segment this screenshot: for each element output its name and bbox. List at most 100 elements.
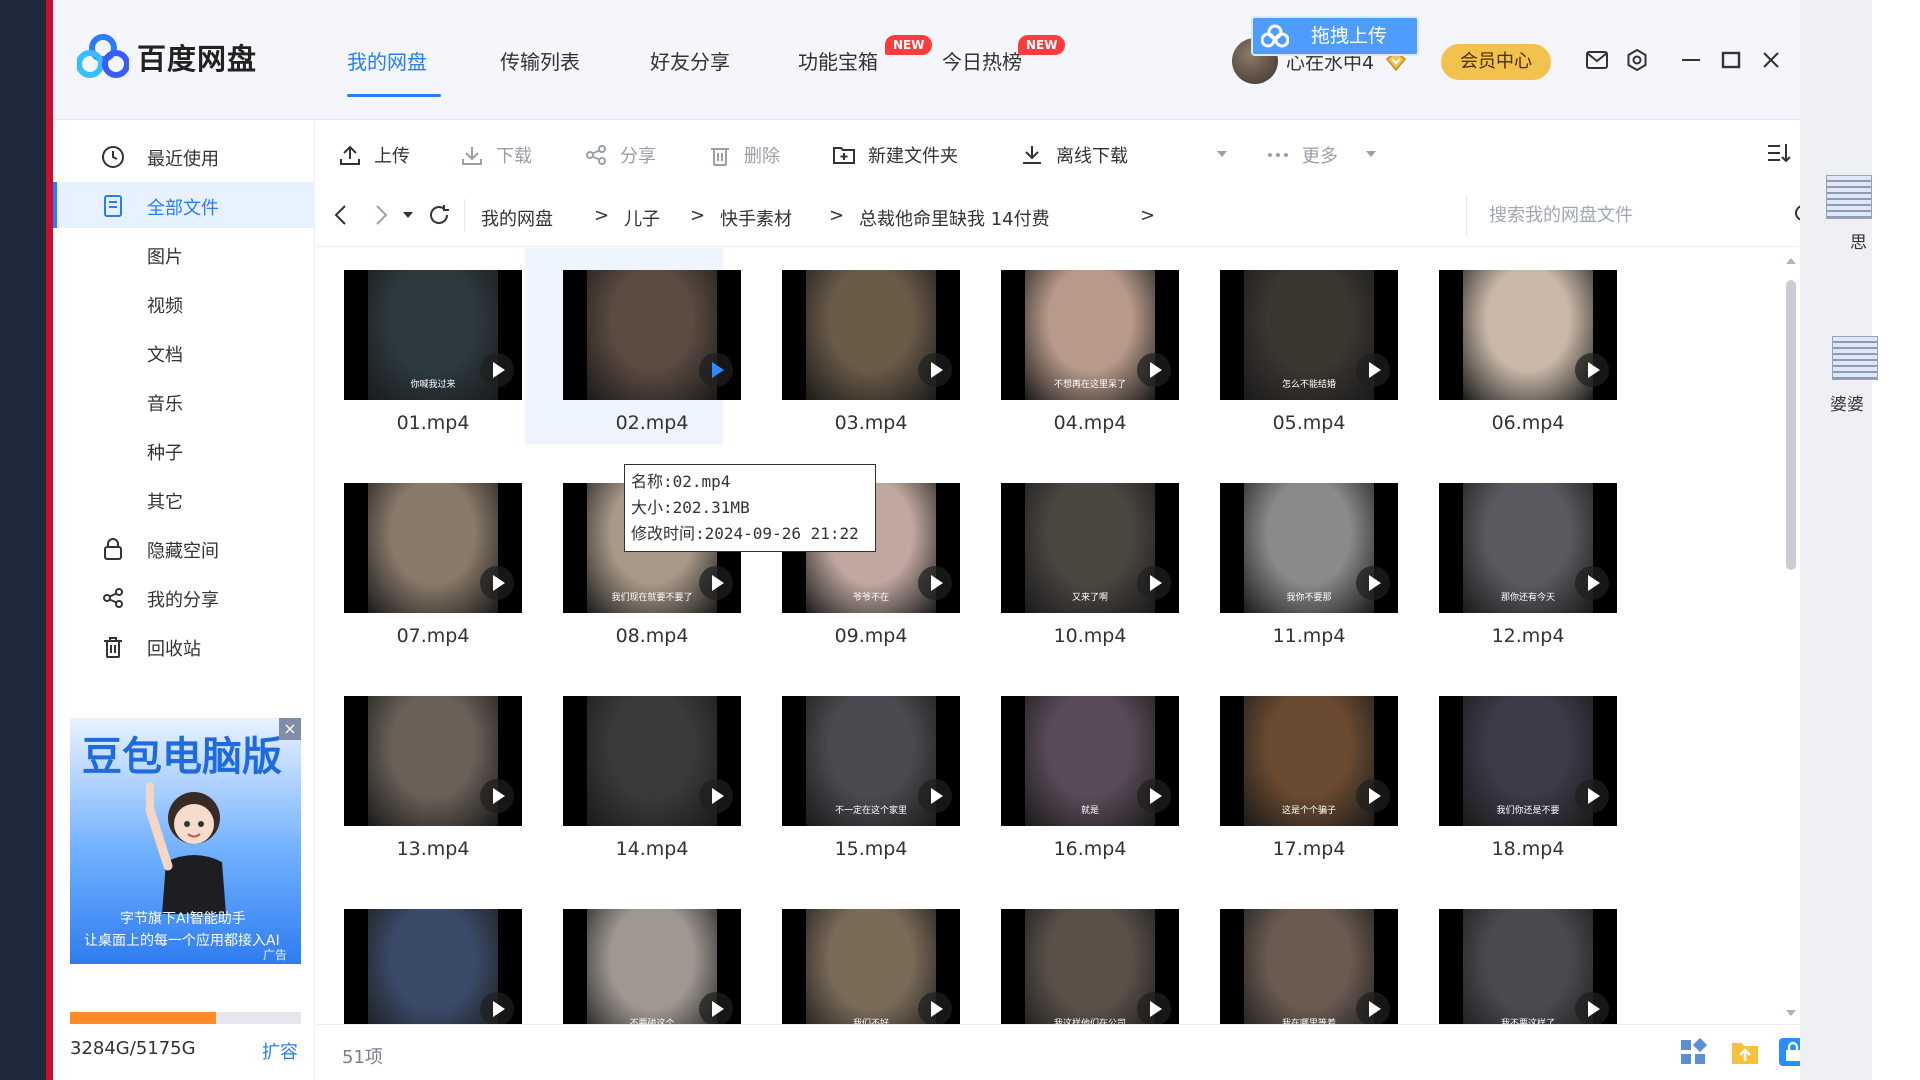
upload-button[interactable]: 上传 — [338, 142, 410, 168]
play-icon[interactable] — [1356, 779, 1390, 813]
tab-friend-share[interactable]: 好友分享 — [650, 46, 730, 75]
play-icon[interactable] — [918, 779, 952, 813]
minimize-icon[interactable] — [1677, 46, 1705, 74]
video-thumbnail[interactable]: 我你不要那 — [1220, 483, 1398, 613]
sidebar-item-music[interactable]: 音乐 — [53, 378, 315, 424]
play-icon[interactable] — [1356, 992, 1390, 1024]
more-button[interactable]: 更多 — [1266, 142, 1338, 168]
breadcrumb-item[interactable]: 儿子 — [624, 205, 660, 231]
play-icon[interactable] — [1575, 992, 1609, 1024]
file-tile[interactable]: 我不要这样了 — [1401, 887, 1617, 1024]
tab-my-netdisk[interactable]: 我的网盘 — [347, 46, 427, 75]
drag-upload-button[interactable]: 拖拽上传 — [1251, 16, 1419, 56]
video-thumbnail[interactable]: 不想再在这里呆了 — [1001, 270, 1179, 400]
file-tile[interactable]: 我你不要那 11.mp4 — [1182, 461, 1398, 657]
play-icon[interactable] — [480, 566, 514, 600]
video-thumbnail[interactable]: 我这样他们在公司 — [1001, 909, 1179, 1024]
file-tile[interactable]: 那你还有今天 12.mp4 — [1401, 461, 1617, 657]
ad-close-button[interactable]: × — [279, 718, 301, 740]
file-tile[interactable]: 我们不好 — [744, 887, 960, 1024]
offline-download-dropdown-icon[interactable] — [1217, 151, 1227, 157]
video-thumbnail[interactable]: 不一定在这个家里 — [782, 696, 960, 826]
sidebar-item-hidden-space[interactable]: 隐藏空间 — [53, 525, 315, 571]
sidebar-item-recent[interactable]: 最近使用 — [53, 133, 315, 179]
play-icon[interactable] — [1137, 779, 1171, 813]
video-thumbnail[interactable]: 怎么不能结婚 — [1220, 270, 1398, 400]
video-thumbnail[interactable]: 你喊我过来 — [344, 270, 522, 400]
video-thumbnail[interactable]: 我在哪里等着 — [1220, 909, 1398, 1024]
play-icon[interactable] — [1137, 992, 1171, 1024]
history-dropdown-icon[interactable] — [403, 212, 413, 218]
forward-icon[interactable] — [370, 203, 392, 227]
file-tile[interactable]: 我这样他们在公司 — [963, 887, 1179, 1024]
video-thumbnail[interactable]: 又来了啊 — [1001, 483, 1179, 613]
upload-folder-icon[interactable] — [1730, 1037, 1760, 1067]
file-tile[interactable]: 就是 16.mp4 — [963, 674, 1179, 870]
file-tile[interactable]: 怎么不能结婚 05.mp4 — [1182, 248, 1398, 444]
sidebar-item-recycle-bin[interactable]: 回收站 — [53, 623, 315, 669]
tab-toolbox[interactable]: 功能宝箱 — [798, 46, 878, 75]
play-icon[interactable] — [1137, 353, 1171, 387]
file-tile[interactable]: 你喊我过来 01.mp4 — [316, 248, 522, 444]
video-thumbnail[interactable]: 我们你还是不要 — [1439, 696, 1617, 826]
safe-box-lock-icon[interactable] — [1778, 1037, 1800, 1067]
video-thumbnail[interactable]: 这是个个骗子 — [1220, 696, 1398, 826]
video-thumbnail[interactable] — [563, 270, 741, 400]
play-icon[interactable] — [699, 566, 733, 600]
breadcrumb-item-current[interactable]: 总裁他命里缺我 14付费 — [859, 205, 1050, 231]
breadcrumb-item[interactable]: 快手素材 — [720, 205, 792, 231]
file-tile[interactable]: 不一定在这个家里 15.mp4 — [744, 674, 960, 870]
video-thumbnail[interactable]: 不要碰这个 — [563, 909, 741, 1024]
play-icon[interactable] — [918, 353, 952, 387]
play-icon[interactable] — [480, 992, 514, 1024]
tab-transfer-list[interactable]: 传输列表 — [500, 46, 580, 75]
file-tile[interactable]: 13.mp4 — [316, 674, 522, 870]
tab-hot-list[interactable]: 今日热榜 — [942, 46, 1022, 75]
grid-view-icon[interactable] — [1678, 1037, 1708, 1067]
back-icon[interactable] — [330, 203, 352, 227]
sidebar-item-others[interactable]: 其它 — [53, 476, 315, 522]
sort-icon[interactable] — [1766, 141, 1792, 165]
file-tile[interactable]: 不想再在这里呆了 04.mp4 — [963, 248, 1179, 444]
breadcrumb-item[interactable]: 我的网盘 — [481, 205, 553, 231]
file-tile[interactable]: 这是个个骗子 17.mp4 — [1182, 674, 1398, 870]
delete-button[interactable]: 删除 — [708, 142, 780, 168]
offline-download-button[interactable]: 离线下载 — [1020, 142, 1128, 168]
video-thumbnail[interactable]: 我们不好 — [782, 909, 960, 1024]
file-tile[interactable] — [316, 887, 522, 1024]
more-dropdown-icon[interactable] — [1366, 151, 1376, 157]
close-icon[interactable] — [1757, 46, 1785, 74]
video-thumbnail[interactable] — [782, 270, 960, 400]
member-center-button[interactable]: 会员中心 — [1441, 44, 1551, 80]
settings-gear-icon[interactable] — [1623, 46, 1651, 74]
play-icon[interactable] — [1575, 566, 1609, 600]
scroll-up-arrow-icon[interactable] — [1786, 258, 1796, 264]
play-icon[interactable] — [699, 779, 733, 813]
new-folder-button[interactable]: 新建文件夹 — [832, 142, 958, 168]
sidebar-item-my-shares[interactable]: 我的分享 — [53, 574, 315, 620]
sidebar-item-images[interactable]: 图片 — [53, 231, 315, 277]
video-thumbnail[interactable]: 就是 — [1001, 696, 1179, 826]
search-input[interactable] — [1466, 195, 1776, 235]
play-icon[interactable] — [1575, 779, 1609, 813]
file-tile[interactable]: 我在哪里等着 — [1182, 887, 1398, 1024]
play-icon[interactable] — [918, 566, 952, 600]
video-thumbnail[interactable] — [344, 483, 522, 613]
refresh-icon[interactable] — [427, 203, 451, 227]
scrollbar-thumb[interactable] — [1786, 280, 1796, 570]
play-icon[interactable] — [918, 992, 952, 1024]
desktop-file-icon[interactable] — [1832, 336, 1878, 380]
video-thumbnail[interactable]: 我不要这样了 — [1439, 909, 1617, 1024]
video-thumbnail[interactable] — [344, 696, 522, 826]
video-thumbnail[interactable] — [1439, 270, 1617, 400]
play-icon[interactable] — [1356, 353, 1390, 387]
play-icon[interactable] — [1137, 566, 1171, 600]
file-tile[interactable]: 06.mp4 — [1401, 248, 1617, 444]
expand-storage-link[interactable]: 扩容 — [262, 1038, 298, 1064]
play-icon[interactable] — [699, 992, 733, 1024]
file-tile[interactable]: 又来了啊 10.mp4 — [963, 461, 1179, 657]
desktop-file-icon[interactable] — [1826, 175, 1872, 219]
sidebar-item-documents[interactable]: 文档 — [53, 329, 315, 375]
sidebar-item-torrents[interactable]: 种子 — [53, 427, 315, 473]
play-icon[interactable] — [1575, 353, 1609, 387]
